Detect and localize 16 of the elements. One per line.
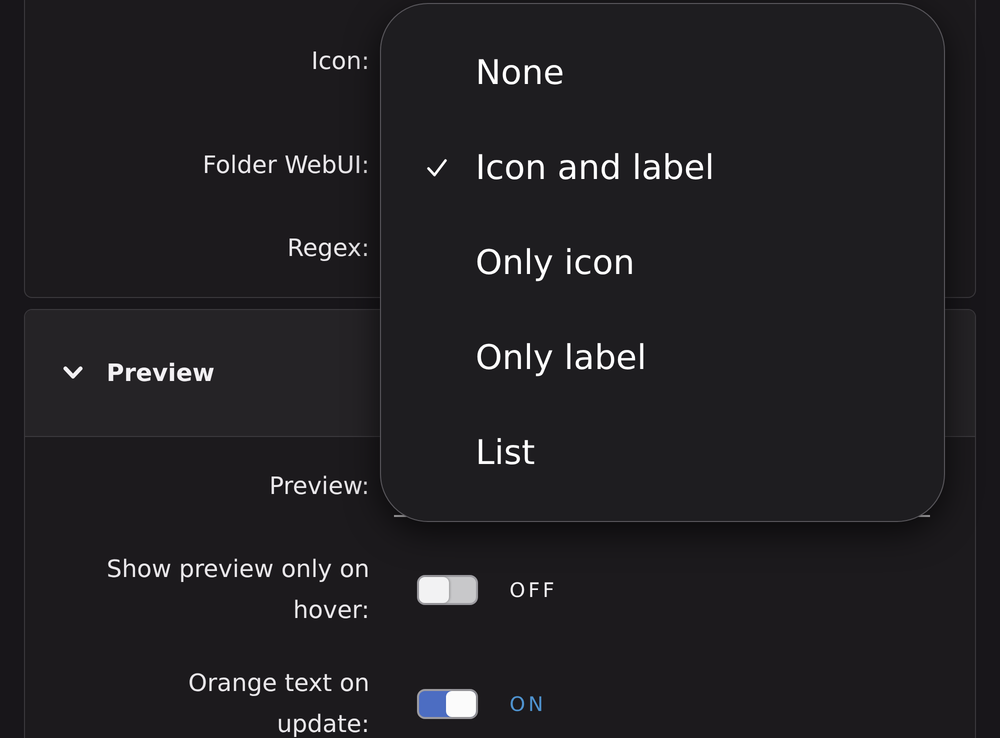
menu-item[interactable]: List — [381, 405, 944, 500]
toggle-switch[interactable] — [416, 575, 478, 605]
menu-item[interactable]: Icon and label — [381, 120, 944, 215]
toggle-state-text: ON — [510, 692, 546, 716]
menu-item[interactable]: None — [381, 25, 944, 120]
section-toggle[interactable]: Preview — [62, 359, 215, 387]
field-label: Preview: — [268, 470, 370, 502]
toggle-state-text: OFF — [510, 578, 558, 602]
menu-item[interactable]: Only icon — [381, 215, 944, 310]
toggle-switch[interactable] — [416, 689, 478, 719]
field-label: Folder WebUI: — [202, 150, 370, 180]
field-label: Regex: — [286, 232, 370, 264]
menu-item[interactable]: Only label — [381, 310, 944, 405]
field-label: Orange text on update: — [187, 668, 370, 738]
field-label: Show preview only on hover: — [106, 554, 370, 626]
field-label: Icon: — [310, 46, 370, 76]
